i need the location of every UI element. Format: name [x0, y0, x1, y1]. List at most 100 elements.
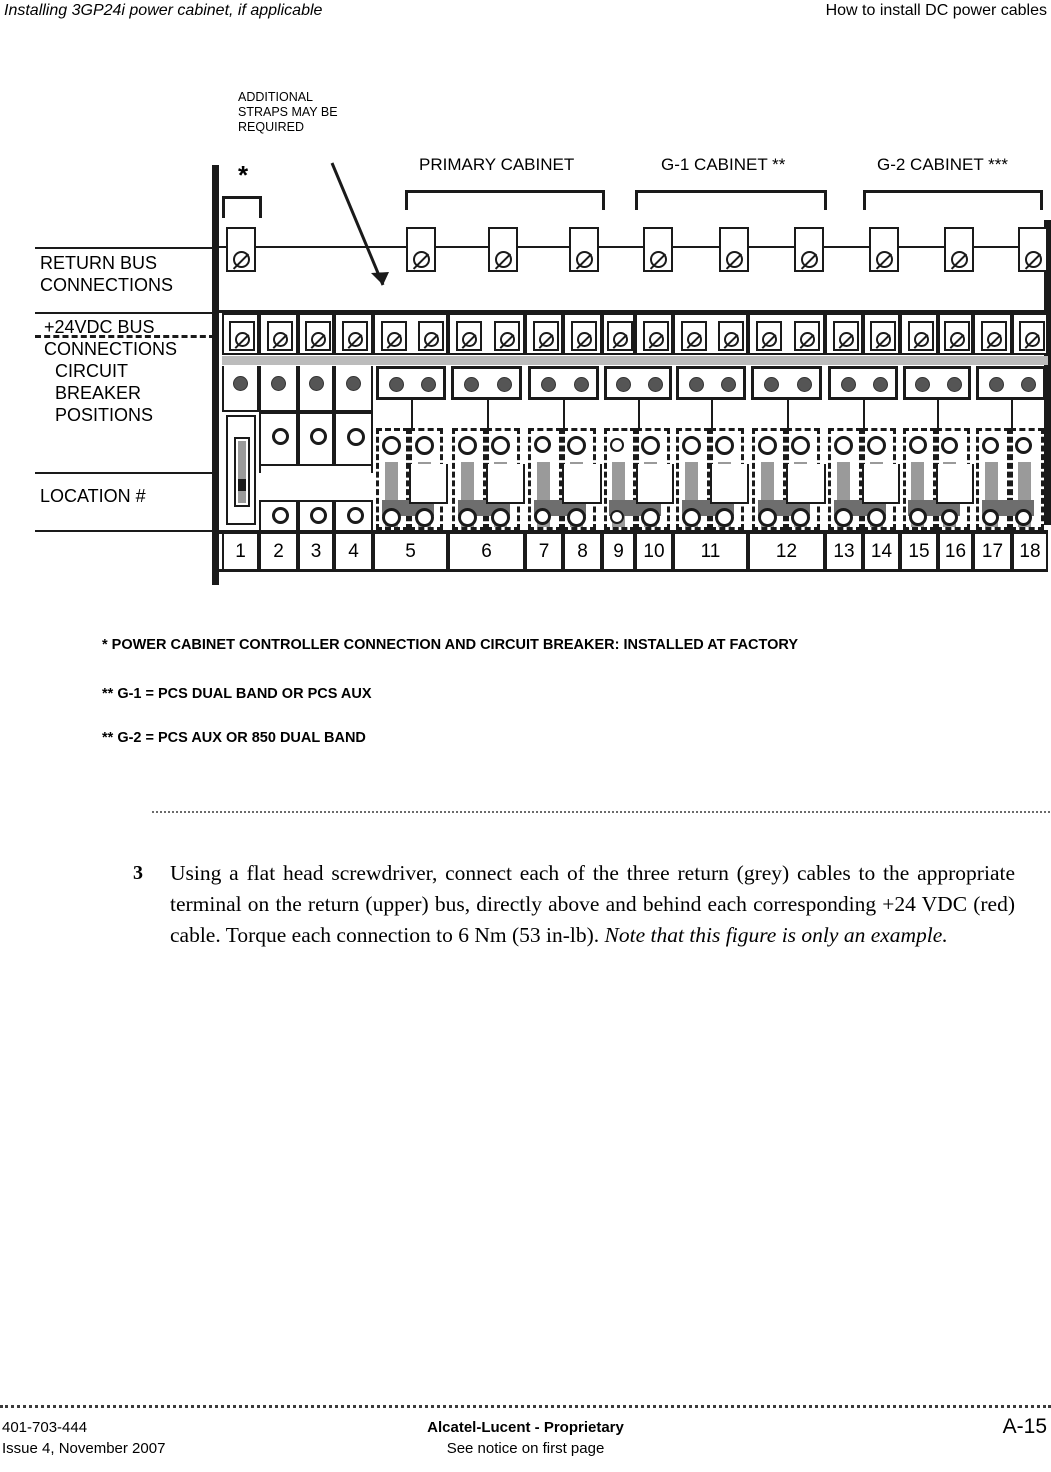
terminal-ring[interactable]	[610, 510, 624, 524]
terminal-ring[interactable]	[610, 438, 624, 452]
plus24-bus-cell[interactable]	[863, 313, 900, 355]
location-cell[interactable]: 14	[863, 534, 900, 569]
plus24-bus-cell[interactable]	[298, 313, 334, 355]
terminal-ring[interactable]	[567, 508, 586, 527]
cable-lug[interactable]	[464, 377, 479, 392]
plus24-bus-cell[interactable]	[334, 313, 373, 355]
cable-lug[interactable]	[233, 376, 248, 391]
plus24-bus-cell[interactable]	[222, 313, 259, 355]
plus24-bus-cell[interactable]	[748, 313, 825, 355]
location-cell[interactable]: 4	[334, 534, 373, 569]
cable-lug[interactable]	[797, 377, 812, 392]
terminal-ring[interactable]	[867, 436, 886, 455]
plus24-bus-cell[interactable]	[673, 313, 748, 355]
terminal-ring[interactable]	[791, 508, 810, 527]
cable-lug[interactable]	[989, 377, 1004, 392]
terminal-ring[interactable]	[834, 436, 853, 455]
plus24-bus-cell[interactable]	[373, 313, 448, 355]
location-cell[interactable]: 3	[298, 534, 334, 569]
empty-breaker-slot-bottom[interactable]	[298, 500, 334, 530]
terminal-ring[interactable]	[491, 508, 510, 527]
location-cell[interactable]: 1	[222, 534, 259, 569]
terminal-ring[interactable]	[941, 437, 958, 454]
plus24-bus-cell[interactable]	[448, 313, 525, 355]
terminal-ring[interactable]	[715, 508, 734, 527]
installed-circuit-breaker[interactable]	[226, 415, 256, 525]
cable-lug[interactable]	[873, 377, 888, 392]
terminal-ring[interactable]	[491, 436, 510, 455]
terminal-ring[interactable]	[567, 436, 586, 455]
location-cell[interactable]: 11	[673, 534, 748, 569]
plus24-bus-cell[interactable]	[900, 313, 938, 355]
terminal-ring[interactable]	[272, 428, 289, 445]
cable-lug[interactable]	[346, 376, 361, 391]
cable-lug[interactable]	[271, 376, 286, 391]
terminal-ring[interactable]	[715, 436, 734, 455]
terminal-ring[interactable]	[982, 437, 999, 454]
plus24-bus-cell[interactable]	[259, 313, 298, 355]
return-bus-terminal[interactable]	[643, 227, 673, 272]
cable-lug[interactable]	[421, 377, 436, 392]
plus24-bus-cell[interactable]	[825, 313, 863, 355]
location-cell[interactable]: 16	[938, 534, 973, 569]
return-bus-terminal[interactable]	[719, 227, 749, 272]
location-cell[interactable]: 17	[973, 534, 1012, 569]
terminal-ring[interactable]	[758, 436, 777, 455]
cable-lug[interactable]	[764, 377, 779, 392]
return-bus-terminal[interactable]	[569, 227, 599, 272]
terminal-ring[interactable]	[867, 508, 886, 527]
cable-lug[interactable]	[648, 377, 663, 392]
terminal-ring[interactable]	[1015, 509, 1032, 526]
terminal-ring[interactable]	[982, 509, 999, 526]
terminal-ring[interactable]	[458, 508, 477, 527]
terminal-ring[interactable]	[415, 508, 434, 527]
return-bus-terminal[interactable]	[406, 227, 436, 272]
terminal-ring[interactable]	[682, 508, 701, 527]
location-cell[interactable]: 12	[748, 534, 825, 569]
empty-breaker-slot[interactable]	[334, 412, 373, 464]
terminal-ring[interactable]	[382, 436, 401, 455]
cable-lug[interactable]	[541, 377, 556, 392]
location-cell[interactable]: 6	[448, 534, 525, 569]
cable-lug[interactable]	[389, 377, 404, 392]
plus24-bus-cell[interactable]	[635, 313, 673, 355]
plus24-bus-cell[interactable]	[1012, 313, 1048, 355]
empty-breaker-slot-bottom[interactable]	[334, 500, 373, 530]
empty-breaker-slot[interactable]	[298, 412, 334, 464]
location-cell[interactable]: 7	[525, 534, 563, 569]
location-cell[interactable]: 15	[900, 534, 938, 569]
terminal-ring[interactable]	[941, 509, 958, 526]
terminal-ring[interactable]	[1015, 437, 1032, 454]
return-bus-terminal[interactable]	[869, 227, 899, 272]
terminal-ring[interactable]	[791, 436, 810, 455]
cable-lug[interactable]	[616, 377, 631, 392]
terminal-ring[interactable]	[534, 436, 551, 453]
terminal-ring[interactable]	[682, 436, 701, 455]
terminal-ring[interactable]	[641, 436, 660, 455]
cable-lug[interactable]	[497, 377, 512, 392]
return-bus-terminal[interactable]	[226, 227, 256, 272]
plus24-bus-cell[interactable]	[563, 313, 602, 355]
location-cell[interactable]: 2	[259, 534, 298, 569]
terminal-ring[interactable]	[534, 508, 551, 525]
cable-lug[interactable]	[915, 377, 930, 392]
terminal-ring[interactable]	[310, 428, 327, 445]
cable-lug[interactable]	[309, 376, 324, 391]
location-cell[interactable]: 8	[563, 534, 602, 569]
location-cell[interactable]: 9	[602, 534, 635, 569]
empty-breaker-slot-bottom[interactable]	[259, 500, 298, 530]
terminal-ring[interactable]	[415, 436, 434, 455]
terminal-ring[interactable]	[641, 508, 660, 527]
plus24-bus-cell[interactable]	[973, 313, 1012, 355]
terminal-ring[interactable]	[758, 508, 777, 527]
location-cell[interactable]: 13	[825, 534, 863, 569]
terminal-ring[interactable]	[347, 428, 365, 446]
terminal-ring[interactable]	[310, 507, 327, 524]
cable-lug[interactable]	[689, 377, 704, 392]
terminal-ring[interactable]	[272, 507, 289, 524]
terminal-ring[interactable]	[458, 436, 477, 455]
cable-lug[interactable]	[721, 377, 736, 392]
return-bus-terminal[interactable]	[1018, 227, 1048, 272]
location-cell[interactable]: 10	[635, 534, 673, 569]
cable-lug[interactable]	[574, 377, 589, 392]
